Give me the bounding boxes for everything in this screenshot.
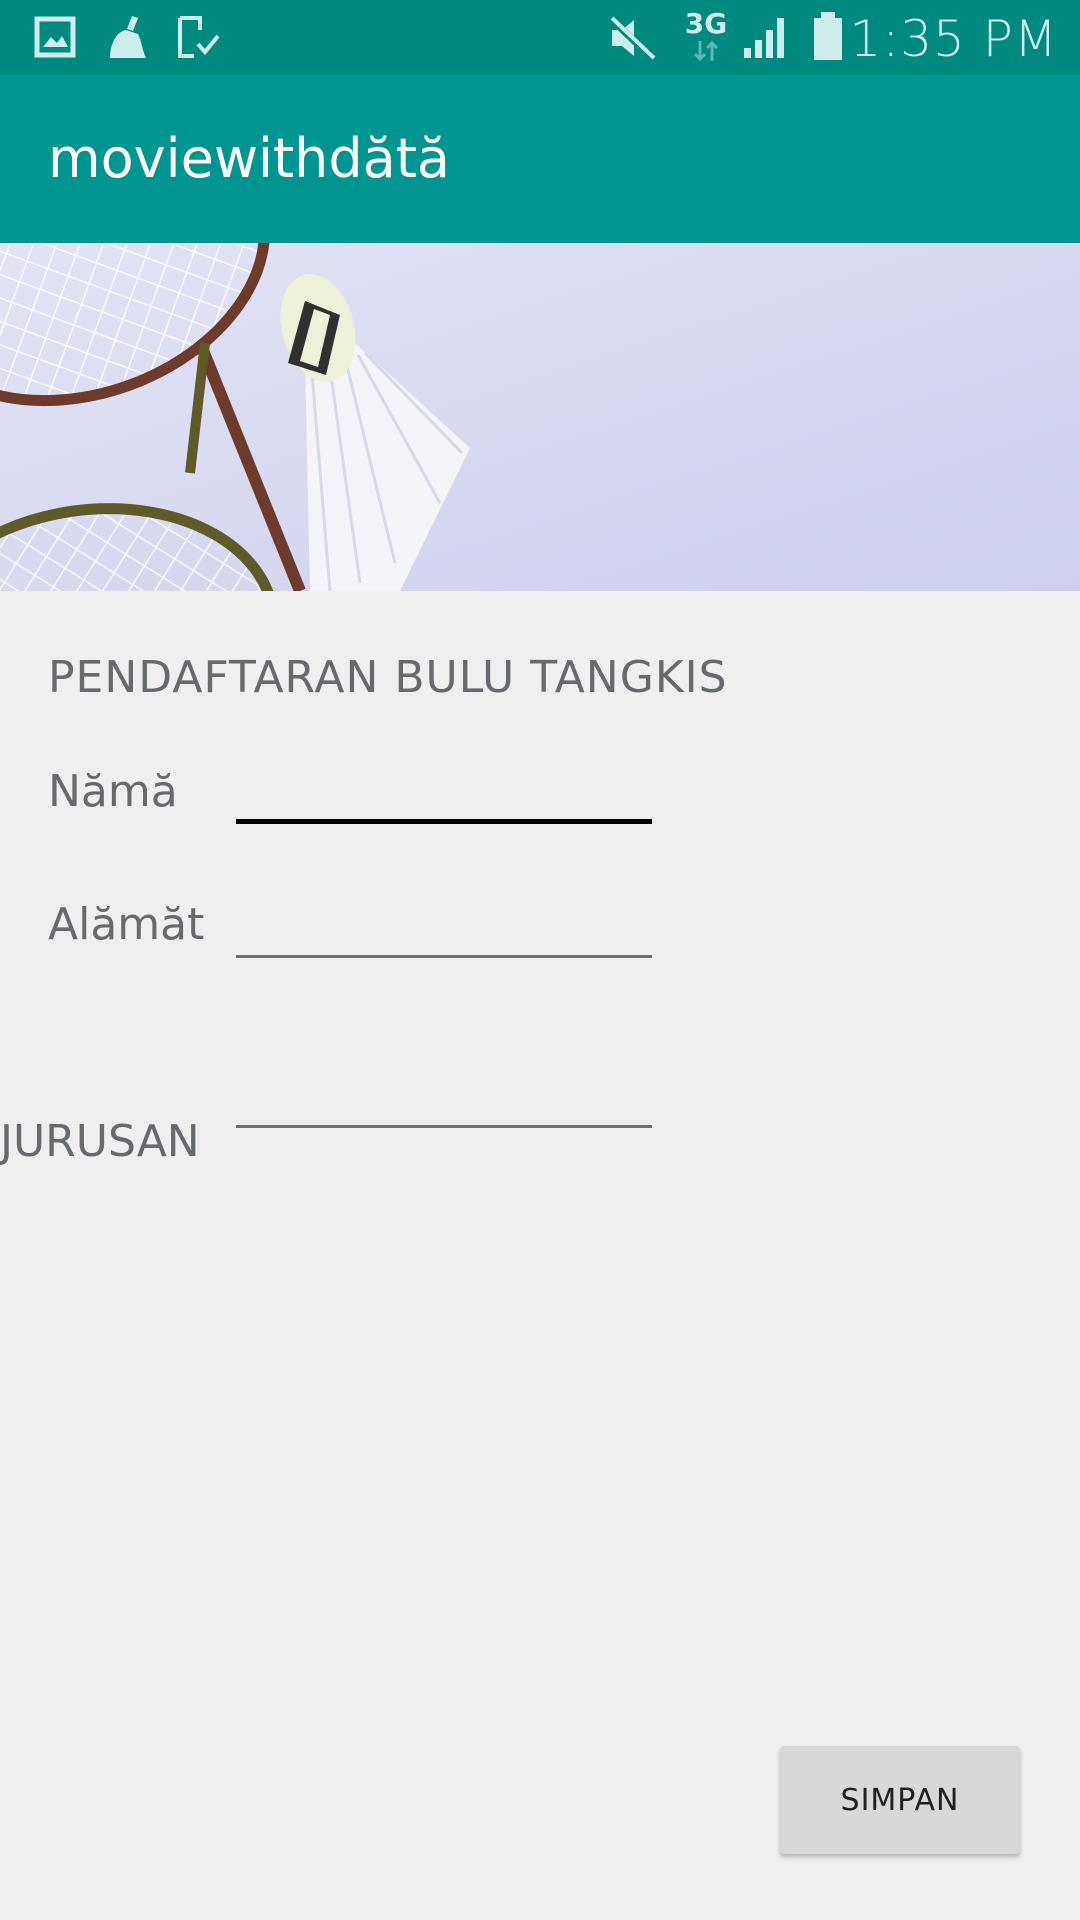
status-bar: 3G 1:35 PM (0, 0, 1080, 75)
alamat-input[interactable] (236, 895, 652, 955)
gallery-icon (34, 16, 76, 58)
jurusan-underline (236, 1125, 652, 1128)
jurusan-label: JURUSAN (0, 1116, 200, 1167)
alamat-label: Alămăt (48, 899, 205, 950)
app-title: moviewithdătă (48, 127, 451, 190)
nama-label: Nămă (48, 766, 178, 817)
save-button[interactable]: SIMPAN (780, 1746, 1020, 1854)
alamat-underline (236, 955, 652, 958)
download-done-icon (176, 14, 222, 60)
form-title: PENDAFTARAN BULU TANGKIS (48, 652, 728, 703)
battery-icon (810, 10, 846, 62)
signal-icon (742, 14, 792, 60)
network-label: 3G (684, 7, 728, 40)
network-3g-icon: 3G (684, 6, 728, 66)
nama-underline (236, 819, 652, 824)
mute-icon (608, 16, 656, 60)
jurusan-input[interactable] (236, 1065, 652, 1125)
banner-image (0, 243, 1080, 591)
app-bar: moviewithdătă (0, 75, 1080, 243)
cleaner-icon (102, 14, 152, 60)
nama-input[interactable] (236, 762, 652, 822)
status-time: 1:35 PM (849, 10, 1058, 68)
